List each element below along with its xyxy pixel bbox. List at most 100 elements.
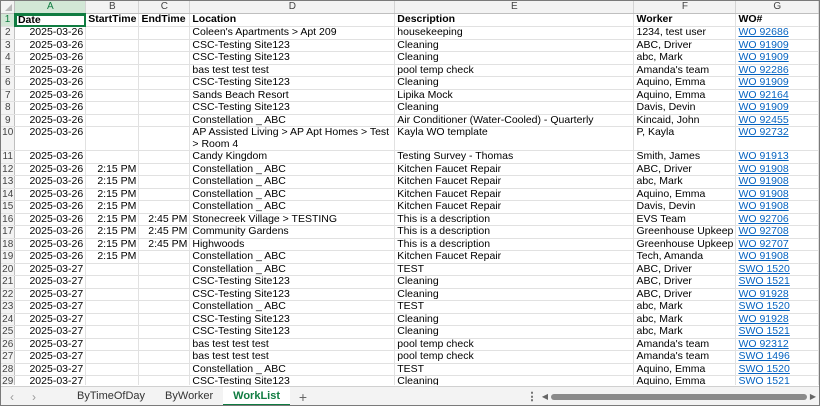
cell-worker[interactable]: 1234, test user: [633, 26, 737, 40]
cell-worker[interactable]: Smith, James: [633, 150, 737, 164]
cell-endtime[interactable]: [138, 300, 191, 314]
cell-starttime[interactable]: [85, 64, 140, 77]
cell-wo-link[interactable]: WO 91909: [735, 101, 819, 115]
cell-description[interactable]: TEST: [394, 263, 635, 276]
cell-date[interactable]: 2025-03-27: [14, 288, 87, 301]
column-header-g[interactable]: G: [735, 1, 819, 14]
cell-description[interactable]: Cleaning: [394, 76, 635, 90]
cell-date[interactable]: 2025-03-26: [14, 114, 87, 127]
cell-worker[interactable]: Aquino, Emma: [633, 188, 737, 201]
cell-location[interactable]: Highwoods: [189, 238, 396, 251]
row-header[interactable]: 7: [1, 89, 16, 102]
cell-wo-link[interactable]: SWO 1520: [735, 263, 819, 276]
cell-worker[interactable]: ABC, Driver: [633, 263, 737, 276]
more-options-icon[interactable]: ⋮: [525, 390, 539, 403]
prev-sheet-button[interactable]: ‹: [1, 390, 23, 404]
cell-wo-link[interactable]: SWO 1521: [735, 325, 819, 339]
cell-endtime[interactable]: [138, 26, 191, 40]
cell-worker[interactable]: abc, Mark: [633, 51, 737, 65]
cell-starttime[interactable]: [85, 126, 140, 151]
row-header[interactable]: 21: [1, 275, 16, 289]
cell-starttime[interactable]: [85, 338, 140, 351]
cell-date-header[interactable]: Date: [14, 13, 87, 27]
cell-endtime[interactable]: 2:45 PM: [138, 225, 191, 239]
cell-description[interactable]: pool temp check: [394, 64, 635, 77]
cell-starttime-header[interactable]: StartTime: [85, 13, 140, 27]
cell-wo-link[interactable]: WO 92686: [735, 26, 819, 40]
row-header[interactable]: 3: [1, 39, 16, 52]
cell-wo-link[interactable]: WO 92732: [735, 126, 819, 151]
cell-location[interactable]: Constellation _ ABC: [189, 114, 396, 127]
cell-date[interactable]: 2025-03-26: [14, 150, 87, 164]
column-header-d[interactable]: D: [189, 1, 396, 14]
row-header[interactable]: 12: [1, 163, 16, 176]
cell-starttime[interactable]: [85, 101, 140, 115]
cell-description[interactable]: This is a description: [394, 225, 635, 239]
row-header[interactable]: 11: [1, 150, 16, 164]
cell-worker[interactable]: Amanda's team: [633, 350, 737, 364]
cell-date[interactable]: 2025-03-26: [14, 76, 87, 90]
cell-wo-link[interactable]: WO 91909: [735, 76, 819, 90]
cell-date[interactable]: 2025-03-26: [14, 163, 87, 176]
cell-endtime[interactable]: [138, 163, 191, 176]
cell-endtime[interactable]: [138, 263, 191, 276]
cell-description[interactable]: This is a description: [394, 238, 635, 251]
cell-date[interactable]: 2025-03-27: [14, 338, 87, 351]
cell-location[interactable]: Community Gardens: [189, 225, 396, 239]
cell-worker[interactable]: abc, Mark: [633, 325, 737, 339]
cell-worker[interactable]: abc, Mark: [633, 175, 737, 189]
row-header[interactable]: 2: [1, 26, 16, 40]
cell-worker[interactable]: Greenhouse Upkeep: [633, 225, 737, 239]
cell-worker[interactable]: P, Kayla: [633, 126, 737, 151]
cell-worker[interactable]: abc, Mark: [633, 300, 737, 314]
cell-date[interactable]: 2025-03-27: [14, 313, 87, 326]
row-header[interactable]: 14: [1, 188, 16, 201]
cell-wo-link[interactable]: WO 91909: [735, 51, 819, 65]
cell-worker[interactable]: EVS Team: [633, 213, 737, 226]
cell-endtime[interactable]: [138, 150, 191, 164]
cell-location[interactable]: Stonecreek Village > TESTING: [189, 213, 396, 226]
cell-endtime[interactable]: [138, 175, 191, 189]
tab-byworker[interactable]: ByWorker: [155, 387, 223, 405]
cell-starttime[interactable]: 2:15 PM: [85, 188, 140, 201]
cell-location[interactable]: CSC-Testing Site123: [189, 325, 396, 339]
cell-description[interactable]: This is a description: [394, 213, 635, 226]
cell-date[interactable]: 2025-03-26: [14, 188, 87, 201]
row-header[interactable]: 19: [1, 250, 16, 264]
cell-starttime[interactable]: 2:15 PM: [85, 213, 140, 226]
row-header[interactable]: 15: [1, 200, 16, 214]
cell-date[interactable]: 2025-03-26: [14, 238, 87, 251]
cell-endtime[interactable]: [138, 363, 191, 376]
cell-worker[interactable]: Kincaid, John: [633, 114, 737, 127]
row-header[interactable]: 9: [1, 114, 16, 127]
row-header[interactable]: 10: [1, 126, 16, 151]
cell-endtime[interactable]: [138, 39, 191, 52]
cell-starttime[interactable]: [85, 325, 140, 339]
cell-date[interactable]: 2025-03-26: [14, 89, 87, 102]
cell-endtime[interactable]: [138, 126, 191, 151]
cell-location[interactable]: Constellation _ ABC: [189, 175, 396, 189]
cell-description[interactable]: pool temp check: [394, 338, 635, 351]
row-header[interactable]: 4: [1, 51, 16, 65]
cell-date[interactable]: 2025-03-26: [14, 101, 87, 115]
cell-wo-link[interactable]: WO 92707: [735, 238, 819, 251]
cell-location[interactable]: Constellation _ ABC: [189, 263, 396, 276]
cell-worker[interactable]: Aquino, Emma: [633, 375, 737, 385]
cell-wo-link[interactable]: WO 91908: [735, 250, 819, 264]
cell-worker[interactable]: Amanda's team: [633, 64, 737, 77]
cell-location[interactable]: Sands Beach Resort: [189, 89, 396, 102]
cell-starttime[interactable]: [85, 26, 140, 40]
cell-date[interactable]: 2025-03-27: [14, 275, 87, 289]
cell-wo-link[interactable]: WO 92312: [735, 338, 819, 351]
cell-starttime[interactable]: 2:15 PM: [85, 225, 140, 239]
cell-description[interactable]: TEST: [394, 300, 635, 314]
cell-description[interactable]: Testing Survey - Thomas: [394, 150, 635, 164]
cell-endtime[interactable]: [138, 51, 191, 65]
cell-date[interactable]: 2025-03-27: [14, 350, 87, 364]
row-header[interactable]: 8: [1, 101, 16, 115]
cell-worker[interactable]: ABC, Driver: [633, 288, 737, 301]
cell-wo-link[interactable]: WO 91908: [735, 200, 819, 214]
cell-date[interactable]: 2025-03-26: [14, 250, 87, 264]
cell-wo-link[interactable]: SWO 1520: [735, 300, 819, 314]
cell-worker[interactable]: Aquino, Emma: [633, 89, 737, 102]
